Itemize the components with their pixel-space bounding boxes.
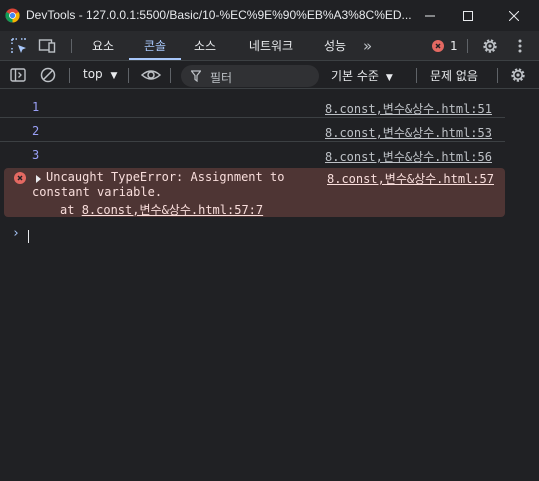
console-log-row: 2 8.const,변수&상수.html:53 [0, 118, 505, 142]
maximize-icon [463, 10, 473, 21]
context-select[interactable]: top ▼ [83, 67, 117, 81]
chrome-logo-icon [5, 8, 20, 23]
stack-frame-link[interactable]: 8.const,변수&상수.html:57:7 [82, 203, 263, 217]
separator [416, 68, 417, 83]
tab-sources[interactable]: 소스 [188, 31, 222, 61]
separator [69, 68, 70, 83]
separator [497, 68, 498, 83]
active-tab-indicator [129, 58, 181, 60]
context-select-value: top [83, 67, 103, 81]
title-bar: DevTools - 127.0.0.1:5500/Basic/10-%EC%9… [0, 0, 539, 31]
log-levels-dropdown[interactable]: 기본 수준 ▼ [331, 67, 393, 84]
minimize-icon [425, 15, 435, 16]
tab-network[interactable]: 네트워크 [240, 31, 302, 61]
console-input-caret[interactable] [28, 230, 29, 243]
chevron-down-icon: ▼ [385, 73, 393, 83]
live-expression-eye-icon[interactable] [140, 66, 162, 84]
inspect-element-icon[interactable] [10, 37, 28, 55]
error-source-link[interactable]: 8.const,변수&상수.html:57 [327, 170, 505, 187]
maximize-button[interactable] [451, 0, 485, 31]
console-prompt-chevron-icon: › [12, 226, 20, 241]
console-error-row: Uncaught TypeError: Assignment to consta… [4, 168, 505, 217]
error-count-icon[interactable] [432, 40, 444, 52]
error-stack-line: at 8.const,변수&상수.html:57:7 [60, 201, 263, 218]
filter-funnel-icon [191, 70, 201, 82]
console-log-row: 1 8.const,변수&상수.html:51 [0, 94, 505, 118]
expand-triangle-icon[interactable] [36, 175, 41, 183]
log-source-link[interactable]: 8.const,변수&상수.html:51 [325, 100, 503, 117]
error-count[interactable]: 1 [450, 39, 458, 53]
separator [467, 39, 468, 53]
chevron-down-icon: ▼ [110, 71, 118, 81]
log-source-link[interactable]: 8.const,변수&상수.html:53 [325, 124, 503, 141]
stack-at-label: at [60, 203, 82, 217]
minimize-button[interactable] [413, 0, 447, 31]
error-message-line2: constant variable. [32, 185, 163, 199]
log-levels-label: 기본 수준 [331, 69, 379, 83]
error-icon [14, 172, 26, 184]
issues-button[interactable]: 문제 없음 [430, 67, 478, 84]
window-title: DevTools - 127.0.0.1:5500/Basic/10-%EC%9… [26, 8, 412, 22]
console-toolbar: top ▼ 필터 기본 수준 ▼ 문제 없음 [0, 62, 539, 89]
console-settings-gear-icon[interactable] [509, 66, 527, 84]
tab-console[interactable]: 콘솔 [134, 31, 176, 61]
console-output[interactable]: 1 8.const,변수&상수.html:51 2 8.const,변수&상수.… [0, 90, 539, 481]
more-options-icon[interactable] [511, 37, 529, 55]
tab-performance[interactable]: 성능 [318, 31, 352, 61]
filter-placeholder: 필터 [210, 71, 233, 85]
device-toolbar-icon[interactable] [38, 37, 56, 55]
filter-input[interactable]: 필터 [181, 65, 319, 87]
console-log-row: 3 8.const,변수&상수.html:56 [0, 142, 505, 166]
separator [128, 68, 129, 83]
log-source-link[interactable]: 8.const,변수&상수.html:56 [325, 148, 503, 165]
tab-elements[interactable]: 요소 [86, 31, 120, 61]
separator [170, 68, 171, 83]
log-message: 3 [32, 148, 40, 162]
close-button[interactable] [497, 0, 531, 31]
clear-console-icon[interactable] [39, 66, 57, 84]
devtools-tab-bar: 요소 콘솔 소스 네트워크 성능 » 1 [0, 31, 539, 61]
separator [71, 39, 72, 53]
settings-gear-icon[interactable] [481, 37, 499, 55]
error-message-line1: Uncaught TypeError: Assignment to [46, 170, 285, 184]
more-tabs-chevron-icon[interactable]: » [363, 37, 372, 55]
log-message: 2 [32, 124, 40, 138]
sidebar-toggle-icon[interactable] [9, 66, 27, 84]
log-message: 1 [32, 100, 40, 114]
close-icon [509, 10, 519, 21]
